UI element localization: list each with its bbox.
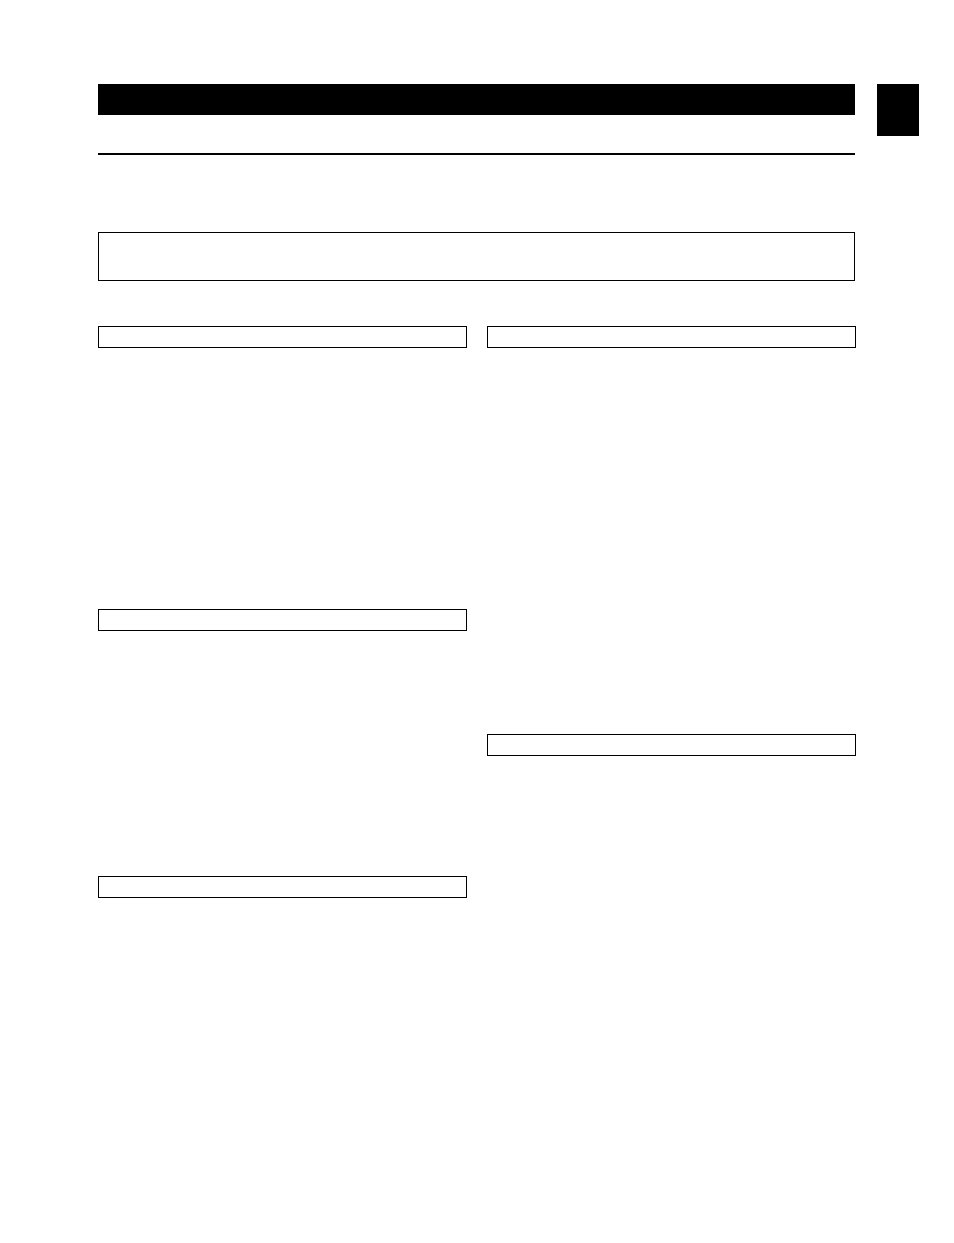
box-mid-right-1: [487, 326, 856, 348]
box-large: [98, 232, 855, 281]
horizontal-rule: [98, 153, 855, 155]
box-left-2: [98, 609, 467, 631]
box-right-2: [487, 734, 856, 756]
box-left-3: [98, 876, 467, 898]
side-block: [877, 84, 919, 136]
title-bar: [98, 84, 855, 115]
box-mid-left-1: [98, 326, 467, 348]
